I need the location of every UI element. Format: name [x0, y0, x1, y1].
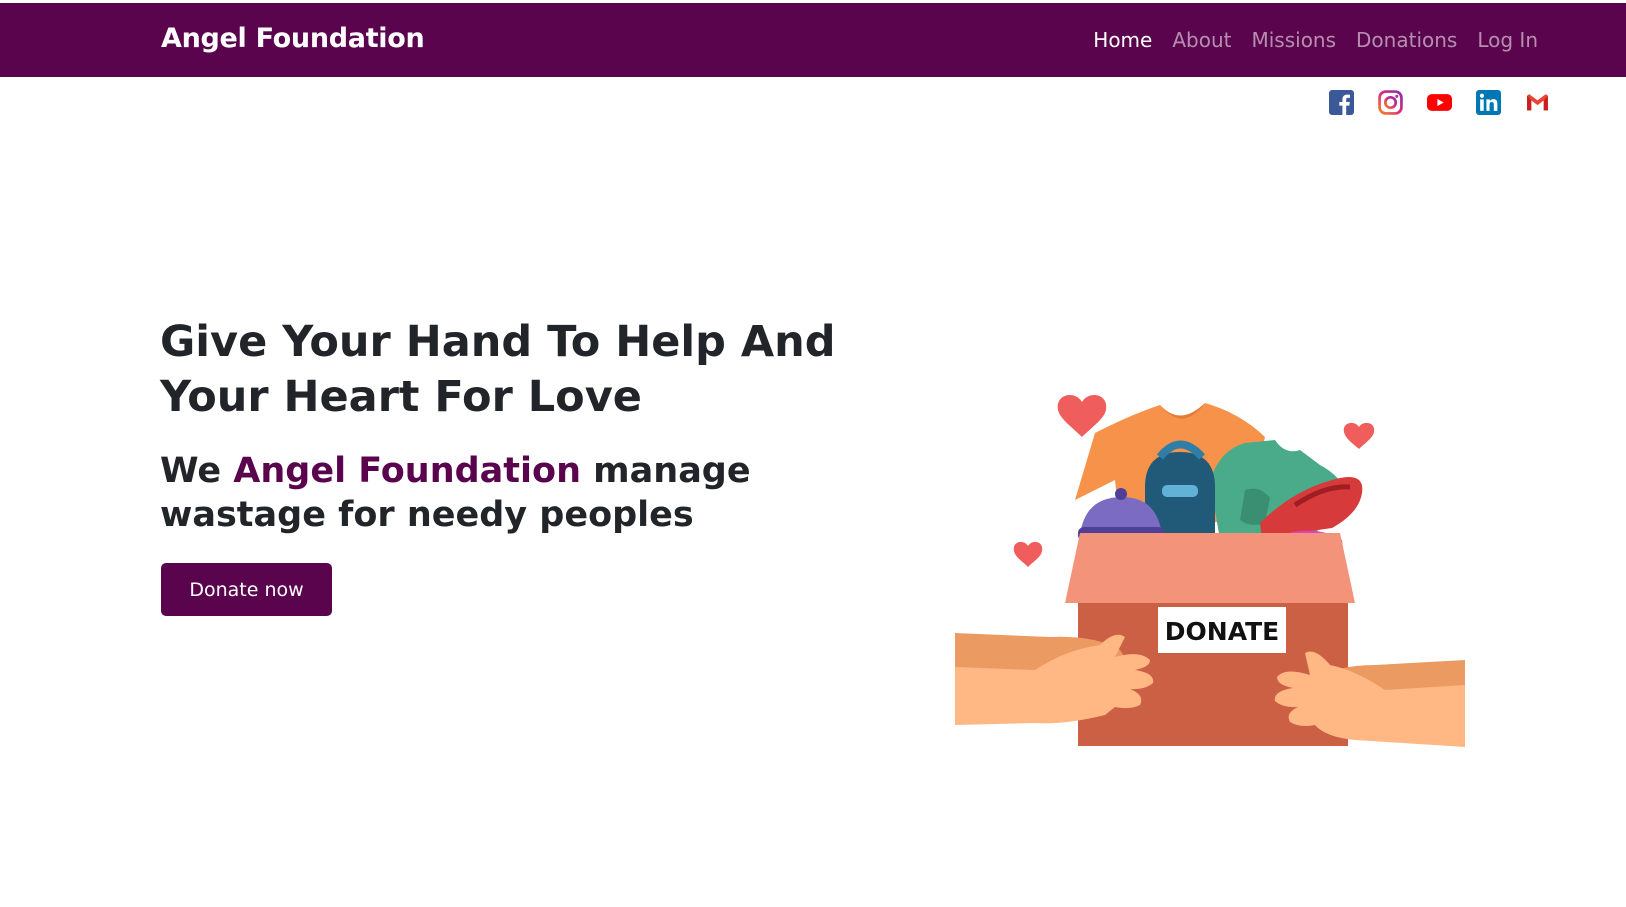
nav-home[interactable]: Home — [1093, 28, 1152, 52]
donate-box-label: DONATE — [1165, 617, 1279, 646]
nav-links: Home About Missions Donations Log In — [1093, 28, 1538, 52]
nav-about[interactable]: About — [1172, 28, 1231, 52]
donation-box-illustration: DONATE — [955, 355, 1465, 770]
linkedin-icon[interactable] — [1476, 90, 1501, 115]
youtube-icon[interactable] — [1427, 90, 1452, 115]
subtitle-prefix: We — [160, 451, 234, 491]
navbar: Angel Foundation Home About Missions Don… — [0, 3, 1626, 77]
social-links — [1329, 90, 1550, 115]
brand-logo[interactable]: Angel Foundation — [161, 23, 425, 54]
nav-donations[interactable]: Donations — [1356, 28, 1457, 52]
hero-subtitle: We Angel Foundation manage wastage for n… — [160, 449, 780, 537]
heart-icon — [1057, 395, 1107, 437]
heart-icon — [1343, 422, 1375, 449]
nav-login[interactable]: Log In — [1477, 28, 1538, 52]
nav-missions[interactable]: Missions — [1251, 28, 1336, 52]
instagram-icon[interactable] — [1378, 90, 1403, 115]
facebook-icon[interactable] — [1329, 90, 1354, 115]
donate-now-button[interactable]: Donate now — [161, 563, 332, 616]
hero-title: Give Your Hand To Help And Your Heart Fo… — [160, 317, 836, 422]
gmail-icon[interactable] — [1525, 90, 1550, 115]
heart-icon — [1013, 541, 1043, 567]
subtitle-accent: Angel Foundation — [233, 451, 581, 491]
